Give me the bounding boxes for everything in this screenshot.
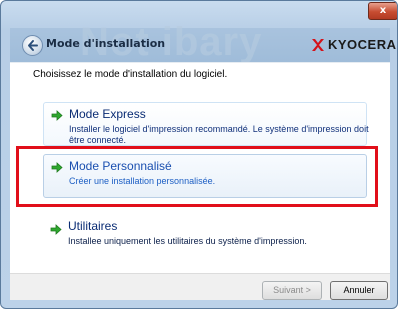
kyocera-logo-icon [312,38,324,51]
back-arrow-icon [28,40,38,51]
green-arrow-icon [50,224,62,235]
option-express-title: Mode Express [69,107,146,121]
cancel-button[interactable]: Annuler [330,281,388,300]
option-express[interactable]: Mode Express Installer le logiciel d'imp… [43,102,369,146]
dialog-title: Mode d'installation [46,37,166,50]
back-button[interactable] [22,35,43,56]
option-express-description: Installer le logiciel d'impression recom… [69,124,369,145]
kyocera-logo: KYOCERA [311,37,397,52]
green-arrow-icon [51,110,63,121]
option-utilities[interactable]: Utilitaires Installee uniquement les uti… [43,217,365,253]
close-button[interactable]: x [368,2,397,20]
option-utilities-description: Installee uniquement les utilitaires du … [68,236,307,246]
option-utilities-title: Utilitaires [68,219,118,233]
dialog-header: Not ibary Mode d'installation KYOCERA [10,20,396,64]
next-button[interactable]: Suivant > [262,281,322,300]
instruction-text: Choisissez le mode d'installation du log… [33,69,228,80]
selection-highlight-frame [16,146,378,207]
brand-name: KYOCERA [328,37,397,52]
